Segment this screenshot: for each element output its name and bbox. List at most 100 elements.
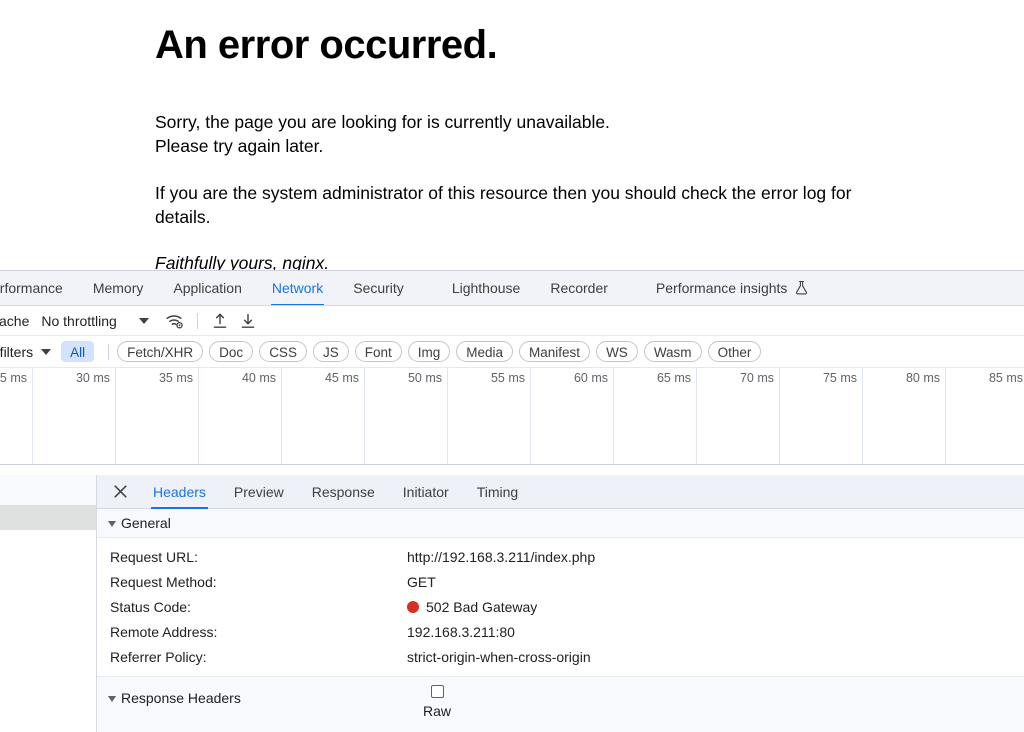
timeline-tick-label: 65 ms bbox=[657, 371, 691, 385]
timeline-tick: 55 ms bbox=[448, 368, 531, 464]
raw-label: Raw bbox=[407, 703, 467, 719]
filter-chip-fetch-xhr[interactable]: Fetch/XHR bbox=[117, 341, 203, 362]
toolbar-divider bbox=[197, 313, 198, 329]
tab-response[interactable]: Response bbox=[298, 475, 389, 509]
detail-row-referrer-policy: Referrer Policy: strict-origin-when-cros… bbox=[97, 644, 1024, 669]
timeline-tick: 80 ms bbox=[863, 368, 946, 464]
filter-bar: e filters All Fetch/XHR Doc CSS JS Font … bbox=[0, 336, 1024, 368]
timeline-tick: 70 ms bbox=[697, 368, 780, 464]
request-list-header bbox=[0, 475, 96, 505]
filter-chip-img[interactable]: Img bbox=[408, 341, 451, 362]
general-section-title: General bbox=[121, 515, 171, 531]
response-headers-section: Response Headers Raw bbox=[97, 676, 1024, 732]
timeline-tick-label: 35 ms bbox=[159, 371, 193, 385]
triangle-down-icon bbox=[108, 696, 116, 702]
more-filters-dropdown[interactable]: e filters bbox=[0, 344, 61, 360]
detail-row-request-method: Request Method: GET bbox=[97, 569, 1024, 594]
detail-row-status-code: Status Code: 502 Bad Gateway bbox=[97, 594, 1024, 619]
timeline-tick-label: 25 ms bbox=[0, 371, 27, 385]
download-icon[interactable] bbox=[234, 310, 262, 332]
tab-security[interactable]: Security bbox=[338, 271, 419, 306]
tab-divider bbox=[419, 288, 437, 289]
detail-key: Referrer Policy: bbox=[97, 649, 407, 665]
tab-preview[interactable]: Preview bbox=[220, 475, 298, 509]
tab-lighthouse-label: Lighthouse bbox=[452, 280, 521, 296]
timeline-tick: 40 ms bbox=[199, 368, 282, 464]
timeline-tick-label: 40 ms bbox=[242, 371, 276, 385]
tab-memory[interactable]: Memory bbox=[78, 271, 159, 306]
network-toolbar: cache No throttling bbox=[0, 306, 1024, 336]
tab-performance-insights[interactable]: Performance insights bbox=[641, 271, 825, 306]
timeline-tick-label: 55 ms bbox=[491, 371, 525, 385]
detail-key: Remote Address: bbox=[97, 624, 407, 640]
detail-value: strict-origin-when-cross-origin bbox=[407, 649, 591, 665]
filter-chip-ws[interactable]: WS bbox=[596, 341, 638, 362]
request-details-pane: Headers Preview Response Initiator Timin… bbox=[96, 475, 1024, 732]
filter-chip-doc[interactable]: Doc bbox=[209, 341, 253, 362]
response-headers-section-header[interactable]: Response Headers bbox=[97, 677, 1024, 705]
filter-chip-font[interactable]: Font bbox=[355, 341, 402, 362]
timeline-tick: 75 ms bbox=[780, 368, 863, 464]
timeline-tick-label: 45 ms bbox=[325, 371, 359, 385]
timeline-tick-label: 85 ms bbox=[989, 371, 1023, 385]
error-message-primary: Sorry, the page you are looking for is c… bbox=[155, 110, 855, 158]
timeline-tick: 25 ms bbox=[0, 368, 33, 464]
detail-row-remote-address: Remote Address: 192.168.3.211:80 bbox=[97, 619, 1024, 644]
general-section-header[interactable]: General bbox=[97, 509, 1024, 538]
timeline-tick-label: 30 ms bbox=[76, 371, 110, 385]
raw-toggle[interactable]: Raw bbox=[407, 685, 467, 719]
filter-chip-all[interactable]: All bbox=[61, 341, 94, 362]
filter-chip-media[interactable]: Media bbox=[456, 341, 513, 362]
detail-value: 192.168.3.211:80 bbox=[407, 624, 515, 640]
tab-recorder[interactable]: Recorder bbox=[535, 271, 623, 306]
upload-icon[interactable] bbox=[206, 310, 234, 332]
timeline-tick: 65 ms bbox=[614, 368, 697, 464]
detail-value: GET bbox=[407, 574, 436, 590]
filter-chip-wasm[interactable]: Wasm bbox=[644, 341, 702, 362]
timeline-tick-label: 60 ms bbox=[574, 371, 608, 385]
detail-row-request-url: Request URL: http://192.168.3.211/index.… bbox=[97, 544, 1024, 569]
wifi-settings-icon[interactable] bbox=[161, 310, 189, 332]
devtools-panel: erformance Memory Application Network Se… bbox=[0, 270, 1024, 732]
timeline-tick: 85 ms bbox=[946, 368, 1024, 464]
filter-chip-css[interactable]: CSS bbox=[259, 341, 307, 362]
nginx-error-page: An error occurred. Sorry, the page you a… bbox=[0, 0, 1024, 270]
tab-performance[interactable]: erformance bbox=[0, 271, 78, 306]
response-headers-section-title: Response Headers bbox=[121, 690, 241, 706]
status-badge bbox=[407, 601, 419, 613]
tab-memory-label: Memory bbox=[93, 280, 144, 296]
chevron-down-icon bbox=[41, 349, 51, 355]
timeline-tick: 60 ms bbox=[531, 368, 614, 464]
tab-application[interactable]: Application bbox=[158, 271, 257, 306]
tab-timing[interactable]: Timing bbox=[463, 475, 533, 509]
filter-chip-js[interactable]: JS bbox=[313, 341, 349, 362]
filter-divider bbox=[108, 344, 109, 360]
triangle-down-icon bbox=[108, 521, 116, 527]
close-icon[interactable] bbox=[105, 477, 135, 507]
timeline-tick-label: 50 ms bbox=[408, 371, 442, 385]
timeline-tick-label: 70 ms bbox=[740, 371, 774, 385]
tab-network[interactable]: Network bbox=[257, 271, 338, 306]
filter-chip-manifest[interactable]: Manifest bbox=[519, 341, 590, 362]
table-row[interactable] bbox=[0, 505, 96, 530]
network-timeline-ruler[interactable]: 25 ms 30 ms 35 ms 40 ms 45 ms 50 ms 55 m… bbox=[0, 368, 1024, 465]
disable-cache-label[interactable]: cache bbox=[0, 313, 41, 329]
tab-lighthouse[interactable]: Lighthouse bbox=[437, 271, 536, 306]
throttling-value: No throttling bbox=[41, 313, 116, 329]
tab-performance-insights-label: Performance insights bbox=[656, 280, 788, 296]
error-message-admin: If you are the system administrator of t… bbox=[155, 181, 867, 229]
tab-initiator[interactable]: Initiator bbox=[389, 475, 463, 509]
detail-value-wrap: 502 Bad Gateway bbox=[407, 599, 537, 615]
tab-performance-label: erformance bbox=[0, 280, 63, 296]
timeline-tick: 45 ms bbox=[282, 368, 365, 464]
tab-headers[interactable]: Headers bbox=[139, 475, 220, 509]
chevron-down-icon bbox=[139, 318, 149, 324]
page-title: An error occurred. bbox=[155, 22, 1024, 68]
timeline-tick-label: 80 ms bbox=[906, 371, 940, 385]
filter-chip-other[interactable]: Other bbox=[708, 341, 762, 362]
throttling-dropdown[interactable]: No throttling bbox=[41, 313, 160, 329]
raw-checkbox[interactable] bbox=[431, 685, 444, 698]
timeline-tick-label: 75 ms bbox=[823, 371, 857, 385]
request-list[interactable] bbox=[0, 475, 96, 732]
tab-security-label: Security bbox=[353, 280, 404, 296]
